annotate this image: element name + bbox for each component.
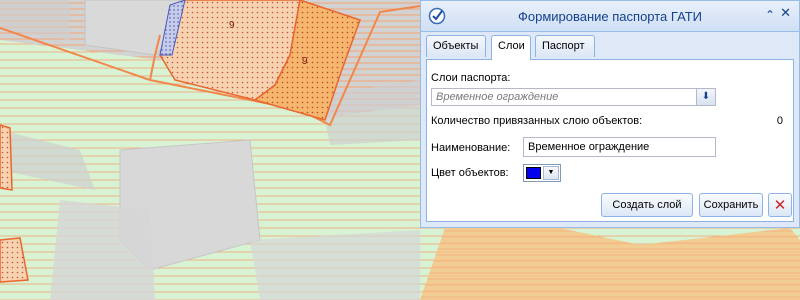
count-label: Количество привязанных слою объектов: bbox=[431, 115, 643, 127]
color-swatch bbox=[526, 167, 541, 179]
tab-bar: Объекты Слои Паспорт bbox=[426, 35, 794, 60]
layers-panel: Слои паспорта: Временное ограждение ⬇ Ко… bbox=[426, 59, 794, 222]
layers-selected-value: Временное ограждение bbox=[436, 91, 559, 103]
double-chevron-up-icon[interactable]: ⌃ bbox=[765, 8, 775, 22]
passport-window: Формирование паспорта ГАТИ ⌃ ✕ Объекты С… bbox=[420, 0, 800, 228]
close-icon[interactable]: ✕ bbox=[780, 7, 791, 21]
tab-passport[interactable]: Паспорт bbox=[535, 35, 595, 57]
window-title: Формирование паспорта ГАТИ bbox=[517, 9, 703, 24]
tab-objects[interactable]: Объекты bbox=[426, 35, 486, 57]
color-picker[interactable]: ▼ bbox=[523, 164, 561, 182]
tab-layers[interactable]: Слои bbox=[491, 35, 531, 60]
save-button[interactable]: Сохранить bbox=[699, 193, 763, 217]
layers-combobox[interactable]: Временное ограждение ⬇ bbox=[431, 88, 716, 106]
chevron-down-icon[interactable]: ▼ bbox=[543, 166, 559, 180]
create-layer-button[interactable]: Создать слой bbox=[601, 193, 693, 217]
tab-label: Объекты bbox=[433, 40, 479, 52]
window-titlebar[interactable]: Формирование паспорта ГАТИ ⌃ ✕ bbox=[421, 1, 799, 32]
name-input[interactable]: Временное ограждение bbox=[523, 137, 716, 157]
name-label: Наименование: bbox=[431, 142, 511, 154]
color-label: Цвет объектов: bbox=[431, 167, 509, 179]
layers-label: Слои паспорта: bbox=[431, 72, 511, 84]
close-icon[interactable]: ✕ bbox=[768, 193, 792, 217]
parcel-number: 9 bbox=[302, 56, 308, 67]
tab-label: Паспорт bbox=[542, 40, 585, 52]
dropdown-arrow-icon[interactable]: ⬇ bbox=[696, 89, 715, 105]
parcel-number: 9 bbox=[229, 20, 235, 31]
count-value: 0 bbox=[776, 115, 783, 127]
tab-label: Слои bbox=[498, 40, 525, 52]
